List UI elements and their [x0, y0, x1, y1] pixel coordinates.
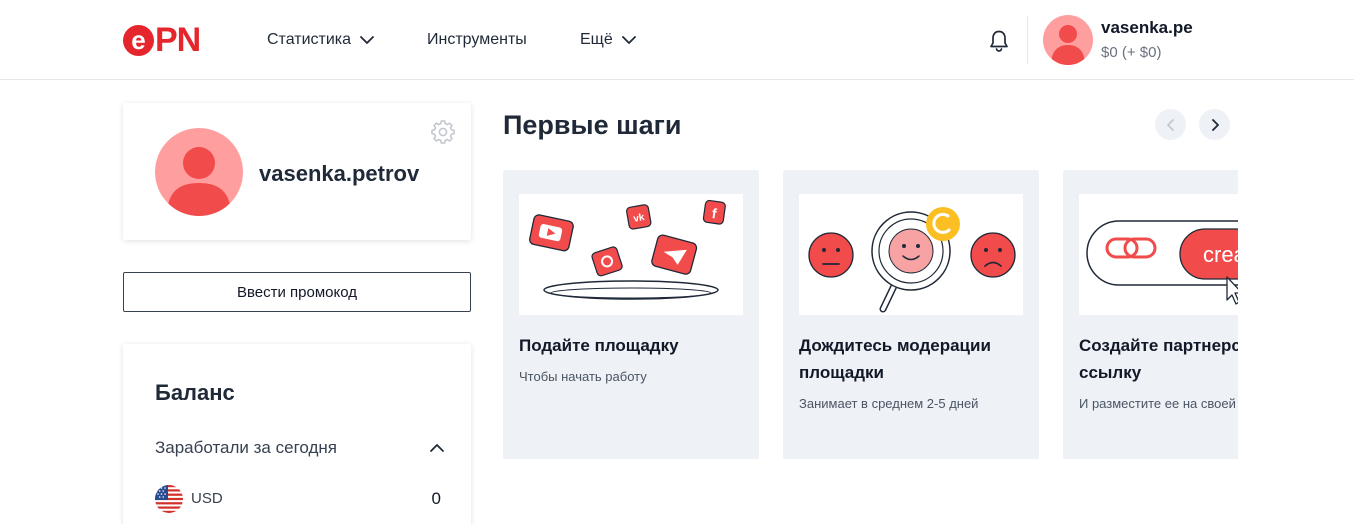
nav-more[interactable]: Ещё [580, 0, 637, 80]
epn-logo[interactable]: e PN [123, 21, 201, 59]
step-card-submit-platform[interactable]: vk f Подайте площадку Чтобы начать работ… [503, 170, 759, 459]
step-card-moderation[interactable]: Дождитесь модерации площадки Занимает в … [783, 170, 1039, 459]
step-card-subtitle: Занимает в среднем 2-5 дней [799, 396, 979, 411]
carousel-prev-button[interactable] [1155, 109, 1186, 140]
chevron-right-icon [1211, 118, 1219, 131]
create-link-illustration: create [1079, 194, 1238, 315]
chevron-down-icon [621, 35, 637, 45]
logo-e-mark: e [123, 24, 154, 56]
earned-today-toggle[interactable]: Заработали за сегодня [155, 438, 445, 462]
profile-card: vasenka.petrov [123, 103, 471, 240]
social-platforms-illustration: vk f [519, 194, 743, 315]
step-card-create-link[interactable]: create Создайте партнерскую ссылку И раз… [1063, 170, 1238, 459]
header-username[interactable]: vasenka.pe [1101, 18, 1193, 38]
step-card-title: Подайте площадку [519, 336, 679, 355]
header-balance: $0 (+ $0) [1101, 44, 1162, 61]
carousel-next-button[interactable] [1199, 109, 1230, 140]
currency-row-usd: USD 0 [155, 485, 441, 515]
step-card-subtitle: И разместите ее на своей площадке [1079, 396, 1238, 411]
currency-value: 0 [431, 489, 441, 508]
header-divider [1027, 16, 1028, 64]
header-avatar[interactable] [1043, 15, 1093, 65]
enter-promocode-button[interactable]: Ввести промокод [123, 272, 471, 312]
profile-username: vasenka.petrov [259, 161, 420, 186]
profile-avatar[interactable] [155, 128, 243, 216]
top-header: e PN Статистика Инструменты Ещё vasenka.… [0, 0, 1354, 80]
balance-card: Баланс Заработали за сегодня USD 0 [123, 344, 471, 524]
logo-text: PN [155, 21, 201, 59]
step-card-subtitle: Чтобы начать работу [519, 369, 647, 384]
chevron-left-icon [1166, 118, 1174, 131]
earned-today-label: Заработали за сегодня [155, 438, 337, 457]
nav-tools-label: Инструменты [427, 31, 527, 48]
notifications-bell-icon[interactable] [986, 28, 1012, 54]
moderation-illustration [799, 194, 1023, 315]
nav-more-label: Ещё [580, 31, 613, 48]
chevron-down-icon [359, 35, 375, 45]
create-button-text: create [1203, 242, 1238, 267]
first-steps-title: Первые шаги [503, 110, 682, 140]
nav-statistics[interactable]: Статистика [267, 0, 375, 80]
balance-title: Баланс [155, 380, 235, 405]
us-flag-icon [155, 485, 183, 513]
currency-code: USD [191, 490, 223, 507]
first-steps-carousel: vk f Подайте площадку Чтобы начать работ… [503, 170, 1238, 460]
step-card-title: Дождитесь модерации площадки [799, 336, 991, 382]
settings-gear-icon[interactable] [431, 120, 455, 144]
nav-statistics-label: Статистика [267, 31, 352, 48]
chevron-up-icon [429, 440, 445, 458]
nav-tools[interactable]: Инструменты [427, 0, 527, 80]
step-card-title: Создайте партнерскую ссылку [1079, 336, 1238, 382]
